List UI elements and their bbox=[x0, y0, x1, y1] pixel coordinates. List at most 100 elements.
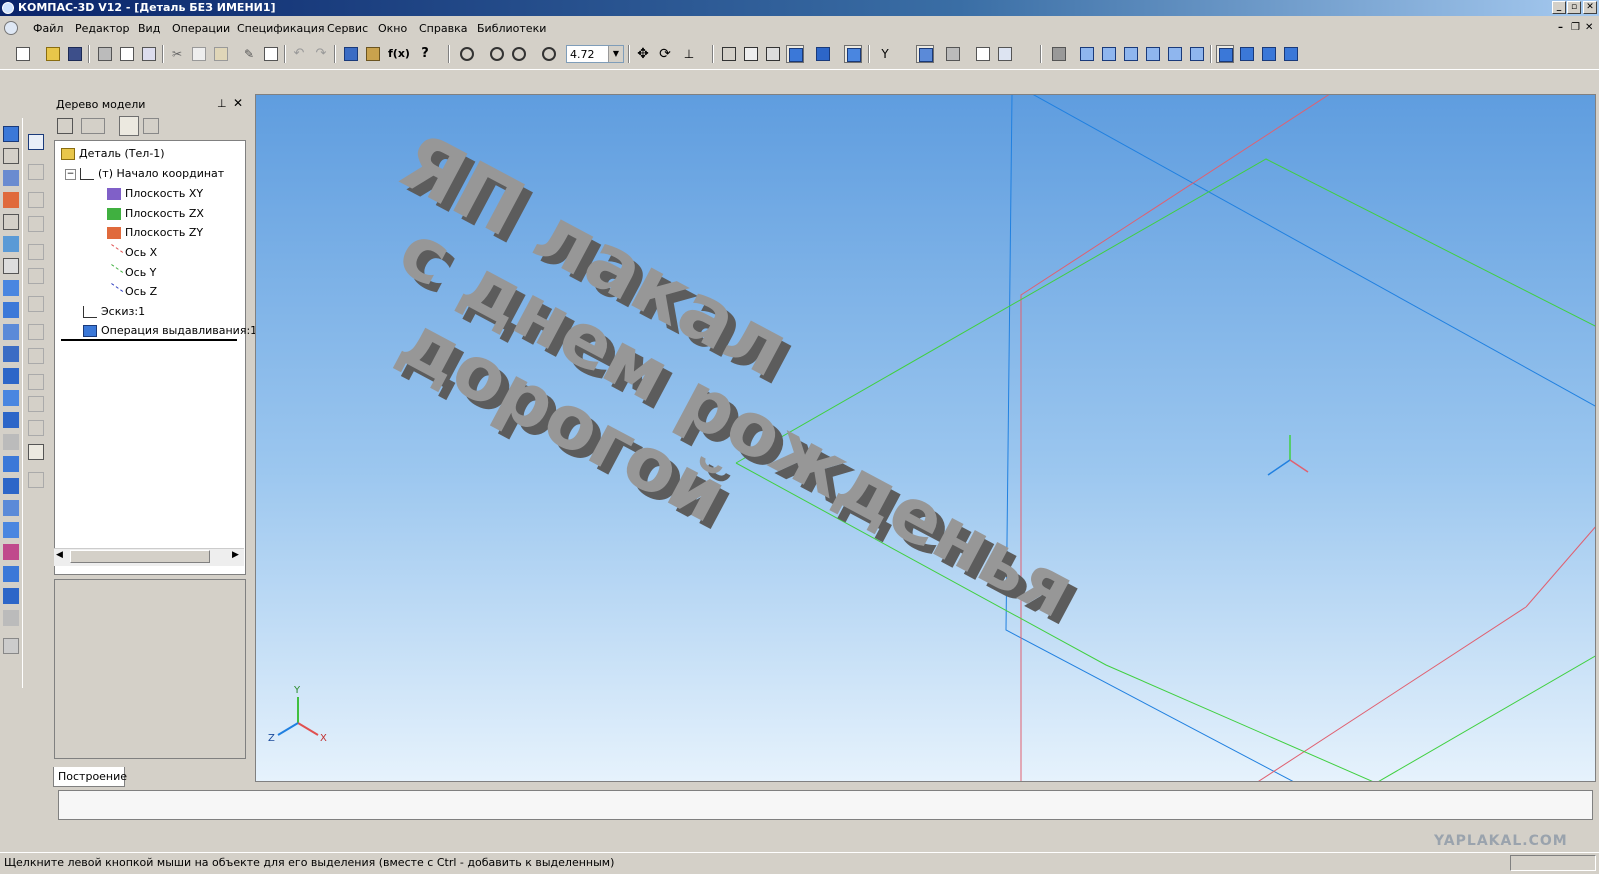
surfaces-icon[interactable] bbox=[3, 412, 19, 428]
manager-button[interactable] bbox=[342, 45, 360, 63]
xy-axes-icon[interactable] bbox=[28, 444, 44, 460]
aux-geometry-icon[interactable] bbox=[3, 456, 19, 472]
tree-node-origin[interactable]: − (т) Начало координат bbox=[65, 167, 224, 180]
menu-file[interactable]: Файл bbox=[33, 22, 63, 35]
diagnostics-icon[interactable] bbox=[3, 500, 19, 516]
curves-icon[interactable] bbox=[3, 148, 19, 164]
settings-icon[interactable] bbox=[3, 610, 19, 626]
wireframe-button[interactable] bbox=[720, 45, 738, 63]
tree-mode-icon[interactable] bbox=[81, 118, 105, 134]
menu-libraries[interactable]: Библиотеки bbox=[477, 22, 546, 35]
tree-doc-icon[interactable] bbox=[143, 118, 159, 134]
zoom-scale-button[interactable] bbox=[540, 45, 558, 63]
menu-service[interactable]: Сервис bbox=[327, 22, 368, 35]
hidden-lines-button[interactable] bbox=[742, 45, 760, 63]
print-button[interactable] bbox=[96, 45, 114, 63]
plane-icon[interactable] bbox=[28, 164, 44, 180]
parametrization-icon[interactable] bbox=[3, 258, 19, 274]
box-icon[interactable] bbox=[28, 216, 44, 232]
snap-icon[interactable] bbox=[28, 268, 44, 284]
paste-button[interactable] bbox=[212, 45, 230, 63]
redo-button[interactable]: ↷ bbox=[312, 45, 330, 63]
tree-node-extrusion[interactable]: Операция выдавливания:1 bbox=[83, 324, 257, 337]
new-document-button[interactable] bbox=[14, 45, 32, 63]
minimize-button[interactable]: _ bbox=[1552, 1, 1566, 14]
filter-button[interactable]: Y bbox=[876, 45, 894, 63]
format-painter-button[interactable]: ✎ bbox=[240, 45, 258, 63]
color-icon[interactable] bbox=[3, 544, 19, 560]
cut-plane-button[interactable] bbox=[1050, 45, 1068, 63]
grid-icon[interactable] bbox=[28, 324, 44, 340]
filter-icon[interactable] bbox=[28, 472, 44, 488]
pan-button[interactable]: ✥ bbox=[634, 45, 652, 63]
dimensions-icon[interactable] bbox=[3, 192, 19, 208]
undo-button[interactable]: ↶ bbox=[290, 45, 308, 63]
tree-node-part[interactable]: Деталь (Тел-1) bbox=[61, 147, 165, 160]
pin-icon[interactable]: ⊥ bbox=[217, 97, 227, 110]
tree-structure-icon[interactable] bbox=[57, 118, 73, 134]
properties-button[interactable] bbox=[140, 45, 158, 63]
select-icon[interactable] bbox=[3, 302, 19, 318]
thin-lines-button[interactable] bbox=[764, 45, 782, 63]
spec-icon[interactable] bbox=[3, 324, 19, 340]
tree-node-axis-y[interactable]: Ось Y bbox=[104, 264, 156, 282]
sketch-icon[interactable] bbox=[28, 134, 44, 150]
mdi-restore-button[interactable]: ❐ bbox=[1571, 22, 1580, 33]
view-back-button[interactable] bbox=[1100, 45, 1118, 63]
view-left-button[interactable] bbox=[1166, 45, 1184, 63]
save-button[interactable] bbox=[66, 45, 84, 63]
view-iso-button[interactable] bbox=[1216, 45, 1234, 63]
layers-button[interactable] bbox=[944, 45, 962, 63]
scroll-right-icon[interactable]: ▶ bbox=[232, 550, 239, 560]
selection-button[interactable] bbox=[916, 45, 934, 63]
arrow-icon[interactable] bbox=[28, 348, 44, 364]
library-icon[interactable] bbox=[3, 368, 19, 384]
zoom-in-button[interactable] bbox=[510, 45, 528, 63]
mdi-close-button[interactable]: ✕ bbox=[1585, 22, 1593, 33]
menu-help[interactable]: Справка bbox=[419, 22, 467, 35]
chevron-down-icon[interactable]: ▼ bbox=[608, 46, 623, 62]
corner-icon[interactable] bbox=[28, 420, 44, 436]
model-viewport[interactable]: ЯП лакал с днем рожденья дорогой ЯП лака… bbox=[255, 94, 1596, 782]
extra-icon[interactable] bbox=[3, 638, 19, 654]
assembly-icon[interactable] bbox=[3, 566, 19, 582]
measure-icon[interactable] bbox=[3, 280, 19, 296]
view-normal-button[interactable] bbox=[1282, 45, 1300, 63]
pipes-icon[interactable] bbox=[3, 522, 19, 538]
perspective-button[interactable] bbox=[844, 45, 862, 63]
list-button[interactable] bbox=[262, 45, 280, 63]
tab-build[interactable]: Построение bbox=[53, 767, 127, 787]
angle-icon[interactable] bbox=[28, 296, 44, 312]
property-bar-field[interactable] bbox=[58, 790, 1593, 820]
line-icon[interactable] bbox=[28, 192, 44, 208]
axis-icon[interactable] bbox=[28, 396, 44, 412]
shaded-button[interactable] bbox=[786, 45, 804, 63]
view-dimetric-button[interactable] bbox=[1238, 45, 1256, 63]
show-all-button[interactable] bbox=[458, 45, 476, 63]
magnet-icon[interactable] bbox=[28, 244, 44, 260]
view-bottom-button[interactable] bbox=[1144, 45, 1162, 63]
orientation-button[interactable]: ⊥ bbox=[680, 45, 698, 63]
tree-node-axis-z[interactable]: Ось Z bbox=[104, 283, 157, 301]
preview-button[interactable] bbox=[118, 45, 136, 63]
geometry-icon[interactable] bbox=[3, 170, 19, 186]
tree-node-plane-xy[interactable]: Плоскость XY bbox=[107, 187, 203, 200]
view-front-button[interactable] bbox=[1078, 45, 1096, 63]
shaded-edges-button[interactable] bbox=[814, 45, 832, 63]
menu-window[interactable]: Окно bbox=[378, 22, 407, 35]
view-trimetric-button[interactable] bbox=[1260, 45, 1278, 63]
close-button[interactable]: ✕ bbox=[1583, 1, 1597, 14]
close-icon[interactable]: ✕ bbox=[233, 96, 243, 110]
rotate-button[interactable]: ⟳ bbox=[656, 45, 674, 63]
zoom-combo[interactable]: 4.72 ▼ bbox=[566, 45, 624, 63]
variables-button[interactable]: f(x) bbox=[386, 45, 410, 63]
designations-icon[interactable] bbox=[3, 214, 19, 230]
library-manager-button[interactable] bbox=[364, 45, 382, 63]
constraint-icon[interactable] bbox=[28, 374, 44, 390]
rebuild-button[interactable] bbox=[996, 45, 1014, 63]
edit-icon[interactable] bbox=[3, 236, 19, 252]
collapse-icon[interactable]: − bbox=[65, 168, 76, 180]
measure-button[interactable] bbox=[974, 45, 992, 63]
view-top-button[interactable] bbox=[1122, 45, 1140, 63]
scroll-left-icon[interactable]: ◀ bbox=[56, 550, 63, 560]
